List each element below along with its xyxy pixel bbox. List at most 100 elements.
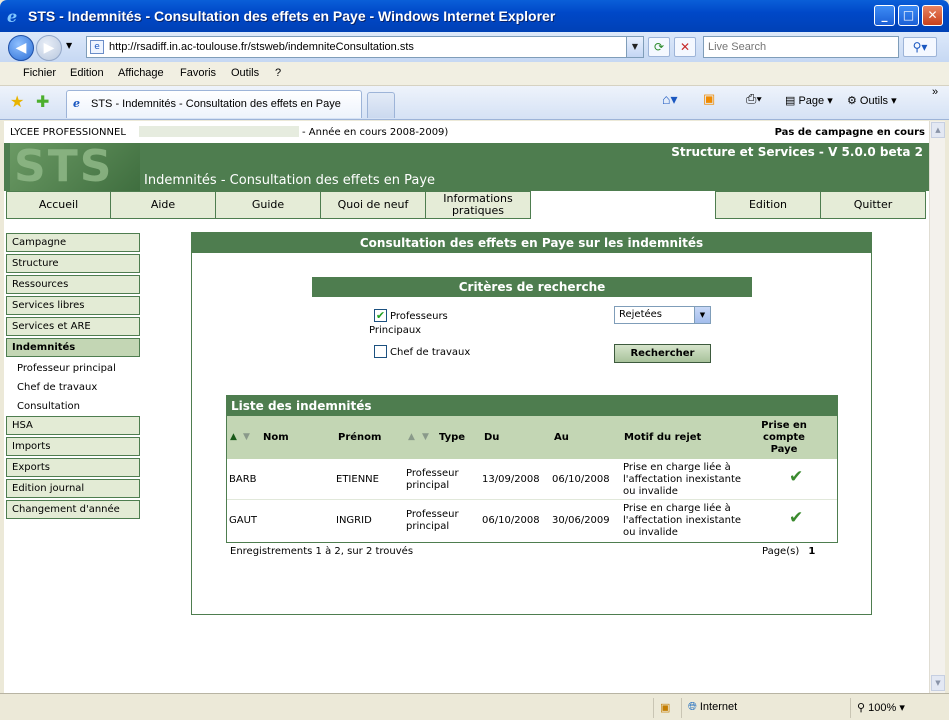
checkbox-pp-label-1: Professeurs bbox=[390, 311, 448, 322]
menu-edition[interactable]: Edition bbox=[70, 67, 104, 79]
col-motif[interactable]: Motif du rejet bbox=[624, 432, 701, 443]
page-title: Indemnités - Consultation des effets en … bbox=[144, 173, 436, 188]
col-prise-2[interactable]: compte bbox=[754, 432, 814, 443]
pages-label: Page(s) bbox=[762, 546, 800, 557]
page-link-1[interactable]: 1 bbox=[808, 546, 815, 557]
address-dropdown-icon[interactable]: ▼ bbox=[626, 37, 643, 57]
cell-type-2: principal bbox=[406, 521, 450, 532]
refresh-icon[interactable]: ⟳ bbox=[648, 37, 670, 57]
sort-desc-icon[interactable]: ▼ bbox=[243, 432, 250, 442]
forward-button[interactable]: ▶ bbox=[36, 35, 62, 61]
nav-accueil[interactable]: Accueil bbox=[6, 191, 111, 219]
col-prenom[interactable]: Prénom bbox=[338, 432, 381, 443]
table-row: BARB ETIENNE Professeur principal 13/09/… bbox=[227, 459, 837, 499]
col-du[interactable]: Du bbox=[484, 432, 499, 443]
scroll-up-icon[interactable]: ▲ bbox=[931, 122, 945, 138]
window-titlebar: e STS - Indemnités - Consultation des ef… bbox=[0, 0, 949, 32]
sidebar-sub-chef-de-travaux[interactable]: Chef de travaux bbox=[17, 382, 97, 393]
print-icon[interactable]: ⎙▾ bbox=[746, 91, 762, 107]
back-button[interactable]: ◀ bbox=[8, 35, 34, 61]
new-tab-button[interactable] bbox=[367, 92, 395, 118]
sts-logo: STS bbox=[10, 143, 140, 191]
checkbox-pp-label-2: Principaux bbox=[369, 325, 422, 336]
close-window-button[interactable]: ✕ bbox=[922, 5, 943, 26]
sidebar-item-edition-journal[interactable]: Edition journal bbox=[6, 479, 140, 498]
status-select[interactable]: Rejetées ▼ bbox=[614, 306, 711, 324]
tab-ie-icon: e bbox=[73, 97, 80, 110]
address-bar[interactable]: e http://rsadiff.in.ac-toulouse.fr/stswe… bbox=[86, 36, 644, 58]
zoom-control[interactable]: ⚲ 100% ▾ bbox=[850, 698, 930, 718]
nav-edition[interactable]: Edition bbox=[715, 191, 821, 219]
indemnites-list: Liste des indemnités ▲ ▼ Nom Prénom ▲ ▼ … bbox=[226, 395, 838, 543]
maximize-button[interactable]: □ bbox=[898, 5, 919, 26]
history-dropdown-icon[interactable]: ▼ bbox=[66, 41, 72, 50]
minimize-button[interactable]: _ bbox=[874, 5, 895, 26]
check-icon: ✔ bbox=[789, 467, 804, 487]
col-prise-3[interactable]: Paye bbox=[754, 444, 814, 455]
main-heading: Consultation des effets en Paye sur les … bbox=[192, 233, 871, 253]
stop-icon[interactable]: ✕ bbox=[674, 37, 696, 57]
cell-prenom: ETIENNE bbox=[336, 474, 379, 485]
sidebar-item-imports[interactable]: Imports bbox=[6, 437, 140, 456]
page-menu[interactable]: ▤ Page ▾ bbox=[785, 94, 833, 107]
toolbar-chevron-icon[interactable]: » bbox=[932, 86, 938, 98]
sidebar-item-services-libres[interactable]: Services libres bbox=[6, 296, 140, 315]
pagination: Page(s) 1 bbox=[762, 546, 815, 557]
sort-asc-icon[interactable]: ▲ bbox=[230, 432, 237, 442]
page-icon: e bbox=[90, 40, 104, 54]
col-nom[interactable]: Nom bbox=[263, 432, 289, 443]
app-version: Structure et Services - V 5.0.0 beta 2 bbox=[671, 145, 923, 159]
table-row: GAUT INGRID Professeur principal 06/10/2… bbox=[227, 500, 837, 540]
search-input[interactable] bbox=[703, 36, 899, 58]
nav-informations-pratiques[interactable]: Informations pratiques bbox=[425, 191, 531, 219]
menu-help[interactable]: ? bbox=[275, 67, 281, 79]
address-toolbar: ◀ ▶ ▼ e http://rsadiff.in.ac-toulouse.fr… bbox=[0, 32, 949, 62]
vertical-scrollbar[interactable]: ▲ ▼ bbox=[929, 121, 945, 693]
rechercher-button[interactable]: Rechercher bbox=[614, 344, 711, 363]
sidebar-item-ressources[interactable]: Ressources bbox=[6, 275, 140, 294]
feeds-icon[interactable]: ▣ bbox=[703, 91, 715, 107]
sidebar-item-services-are[interactable]: Services et ARE bbox=[6, 317, 140, 336]
menu-favoris[interactable]: Favoris bbox=[180, 67, 216, 79]
col-au[interactable]: Au bbox=[554, 432, 569, 443]
checkbox-chef-de-travaux[interactable] bbox=[374, 345, 387, 358]
sidebar-item-campagne[interactable]: Campagne bbox=[6, 233, 140, 252]
nav-guide[interactable]: Guide bbox=[215, 191, 321, 219]
nav-quoi-de-neuf[interactable]: Quoi de neuf bbox=[320, 191, 426, 219]
scroll-down-icon[interactable]: ▼ bbox=[931, 675, 945, 691]
cell-type-1: Professeur bbox=[406, 468, 459, 479]
sidebar-item-exports[interactable]: Exports bbox=[6, 458, 140, 477]
tools-menu[interactable]: ⚙ Outils ▾ bbox=[847, 94, 897, 107]
search-go-icon[interactable]: ⚲▾ bbox=[903, 37, 937, 57]
add-favorite-icon[interactable]: ✚ bbox=[36, 92, 49, 111]
sidebar-item-indemnites[interactable]: Indemnités bbox=[6, 338, 140, 357]
sidebar-item-structure[interactable]: Structure bbox=[6, 254, 140, 273]
chevron-down-icon[interactable]: ▼ bbox=[694, 307, 710, 323]
col-type[interactable]: Type bbox=[439, 432, 465, 443]
cell-motif-1: Prise en charge liée à bbox=[623, 462, 731, 473]
lycee-label: LYCEE PROFESSIONNEL bbox=[10, 127, 126, 138]
records-count: Enregistrements 1 à 2, sur 2 trouvés bbox=[230, 546, 414, 557]
cell-du: 06/10/2008 bbox=[482, 515, 540, 526]
sort-type-asc-icon[interactable]: ▲ bbox=[408, 432, 415, 442]
menu-outils[interactable]: Outils bbox=[231, 67, 259, 79]
tools-gear-icon: ⚙ bbox=[847, 95, 860, 107]
banner: STS Structure et Services - V 5.0.0 beta… bbox=[4, 143, 929, 191]
sidebar-item-changement-annee[interactable]: Changement d'année bbox=[6, 500, 140, 519]
col-prise-1[interactable]: Prise en bbox=[754, 420, 814, 431]
sidebar-sub-consultation[interactable]: Consultation bbox=[17, 401, 80, 412]
menu-affichage[interactable]: Affichage bbox=[118, 67, 164, 79]
nav-aide[interactable]: Aide bbox=[110, 191, 216, 219]
nav-quitter[interactable]: Quitter bbox=[820, 191, 926, 219]
favorites-star-icon[interactable]: ★ bbox=[10, 92, 24, 111]
protected-mode-icon[interactable]: ▣ bbox=[653, 698, 681, 718]
tab-sts[interactable]: e STS - Indemnités - Consultation des ef… bbox=[66, 90, 362, 118]
sort-type-desc-icon[interactable]: ▼ bbox=[422, 432, 429, 442]
menu-fichier[interactable]: Fichier bbox=[23, 67, 56, 79]
sidebar-sub-professeur-principal[interactable]: Professeur principal bbox=[17, 363, 116, 374]
sidebar-item-hsa[interactable]: HSA bbox=[6, 416, 140, 435]
table-header: ▲ ▼ Nom Prénom ▲ ▼ Type Du Au Motif du r… bbox=[227, 416, 837, 459]
home-icon[interactable]: ⌂▾ bbox=[662, 91, 677, 108]
checkbox-professeurs-principaux[interactable]: ✔ bbox=[374, 309, 387, 322]
page-menu-label: Page bbox=[798, 95, 825, 107]
